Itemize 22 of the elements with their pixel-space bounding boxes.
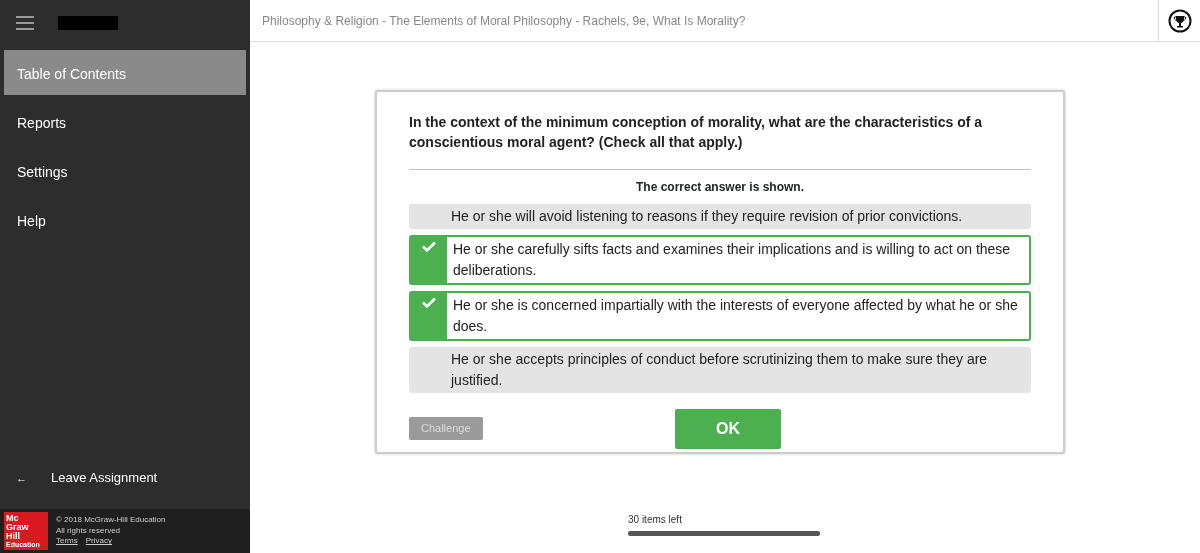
answer-option[interactable]: He or she will avoid listening to reasons if they require revision of prior convictions. [409,203,1031,229]
redaction-bar [58,16,118,30]
copyright-text: © 2018 McGraw-Hill Education [56,514,166,526]
answer-option[interactable]: He or she carefully sifts facts and examines their implications and is willing to act on these deliberations. [409,234,1031,285]
sidebar-item[interactable]: Settings [4,148,246,193]
rights-text: All rights reserved [56,525,122,537]
answer-notice: The correct answer is shown. [634,178,806,196]
leave-assignment-link[interactable]: ← Leave Assignment [0,463,250,493]
sidebar-item[interactable]: Help [4,197,246,242]
back-arrow-icon: ← [16,469,27,487]
trophy-icon[interactable] [1167,8,1192,33]
footer-link[interactable]: Terms [56,536,78,548]
page-title: Philosophy & Religion - The Elements of Moral Philosophy - Rachels, 9e, What Is Morality? [262,12,746,30]
menu-icon[interactable] [16,16,34,30]
answer-option[interactable]: He or she is concerned impartially with the interests of everyone affected by what he or she does. [409,290,1031,341]
check-icon [422,240,436,252]
question-text: In the context of the minimum conception of morality, what are the characteristics of a conscientious moral agent? (Check all that apply.) [409,113,984,153]
answer-option[interactable]: He or she accepts principles of conduct before scrutinizing them to make sure they are justified. [409,346,1031,393]
items-left-label: 30 items left [628,513,683,527]
check-icon [422,296,436,308]
footer-link[interactable]: Privacy [85,536,112,548]
sidebar-item[interactable]: Reports [4,99,246,144]
